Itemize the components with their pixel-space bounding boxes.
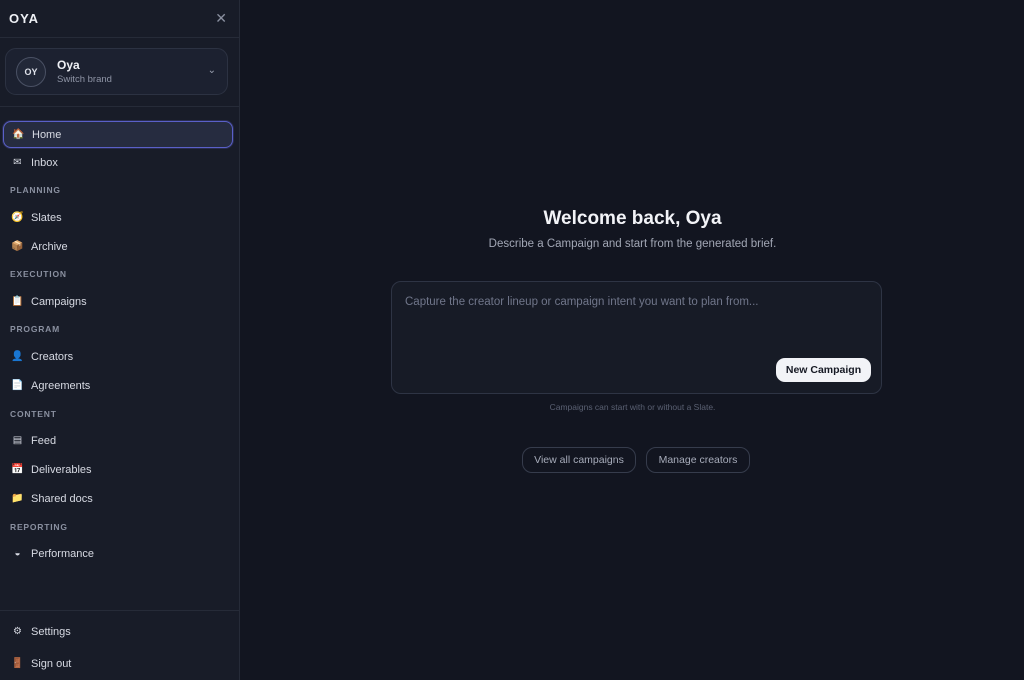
sidebar-item-inbox[interactable]: ✉ Inbox: [3, 149, 233, 176]
brand-subtitle: Switch brand: [57, 74, 112, 85]
package-icon: 📦: [11, 241, 24, 252]
sidebar-header: OYA ✕: [0, 0, 239, 38]
sidebar-item-shared-docs[interactable]: 📁 Shared docs: [3, 485, 233, 512]
sidebar-item-label: Creators: [31, 350, 74, 363]
feed-icon: ▤: [12, 435, 23, 446]
brand-switcher-wrap: OY Oya Switch brand ⌄: [0, 38, 239, 107]
sidebar-item-agreements[interactable]: 📄 Agreements: [3, 372, 233, 399]
section-label-planning: PLANNING: [10, 185, 61, 195]
sidebar-item-label: Agreements: [31, 379, 91, 392]
page-title: Welcome back, Oya: [543, 208, 722, 229]
manage-creators-button[interactable]: Manage creators: [646, 447, 750, 473]
gear-icon: ⚙: [13, 626, 22, 637]
brand-name: Oya: [57, 58, 80, 72]
sidebar: OYA ✕ OY Oya Switch brand ⌄ 🏠 Home ✉ Inb…: [0, 0, 240, 680]
campaign-composer: New Campaign: [391, 281, 882, 394]
view-all-campaigns-button[interactable]: View all campaigns: [522, 447, 636, 473]
sidebar-item-label: Shared docs: [31, 492, 93, 505]
sidebar-item-label: Home: [32, 128, 62, 141]
sidebar-item-settings[interactable]: ⚙ Settings: [3, 618, 233, 645]
sidebar-item-sign-out[interactable]: 🚪 Sign out: [3, 650, 233, 677]
section-label-content: CONTENT: [10, 409, 57, 419]
house-icon: 🏠: [12, 129, 25, 140]
avatar: OY: [16, 56, 46, 87]
sidebar-item-archive[interactable]: 📦 Archive: [3, 233, 233, 260]
compass-icon: 🧭: [11, 212, 24, 223]
sidebar-item-label: Performance: [31, 547, 94, 560]
campaign-intent-input[interactable]: [405, 296, 865, 356]
section-label-program: PROGRAM: [10, 324, 60, 334]
sidebar-item-label: Campaigns: [31, 295, 87, 308]
composer-hint: Campaigns can start with or without a Sl…: [549, 402, 716, 412]
section-label-execution: EXECUTION: [10, 269, 67, 279]
sidebar-item-label: Slates: [31, 211, 62, 224]
clipboard-icon: 📋: [11, 296, 24, 307]
sidebar-item-label: Settings: [31, 625, 71, 638]
new-campaign-button[interactable]: New Campaign: [776, 358, 871, 382]
folder-icon: 📁: [11, 493, 24, 504]
sidebar-item-performance[interactable]: ◒ Performance: [3, 540, 233, 567]
close-icon[interactable]: ✕: [215, 10, 227, 27]
page-subtitle: Describe a Campaign and start from the g…: [488, 238, 777, 250]
sidebar-item-label: Sign out: [31, 657, 72, 670]
door-icon: 🚪: [11, 658, 24, 669]
section-label-reporting: REPORTING: [10, 522, 68, 532]
envelope-icon: ✉: [13, 157, 22, 168]
main-content: Welcome back, Oya Describe a Campaign an…: [241, 0, 1024, 680]
sidebar-item-feed[interactable]: ▤ Feed: [3, 427, 233, 454]
sidebar-item-campaigns[interactable]: 📋 Campaigns: [3, 288, 233, 315]
brand-text: Oya Switch brand: [57, 58, 112, 85]
sidebar-item-creators[interactable]: 👤 Creators: [3, 343, 233, 370]
sidebar-item-label: Deliverables: [31, 463, 92, 476]
sidebar-item-slates[interactable]: 🧭 Slates: [3, 204, 233, 231]
sidebar-item-label: Archive: [31, 240, 68, 253]
sidebar-item-home[interactable]: 🏠 Home: [3, 121, 233, 148]
sidebar-item-deliverables[interactable]: 📅 Deliverables: [3, 456, 233, 483]
sidebar-item-label: Inbox: [31, 156, 58, 169]
document-icon: 📄: [11, 380, 24, 391]
brand-switcher[interactable]: OY Oya Switch brand ⌄: [5, 48, 228, 95]
calendar-icon: 📅: [11, 464, 24, 475]
person-icon: 👤: [11, 351, 24, 362]
app-logo: OYA: [9, 11, 39, 26]
half-circle-icon: ◒: [14, 548, 21, 559]
sidebar-item-label: Feed: [31, 434, 57, 447]
sidebar-footer-divider: [0, 610, 239, 611]
chevron-down-icon: ⌄: [207, 65, 216, 76]
